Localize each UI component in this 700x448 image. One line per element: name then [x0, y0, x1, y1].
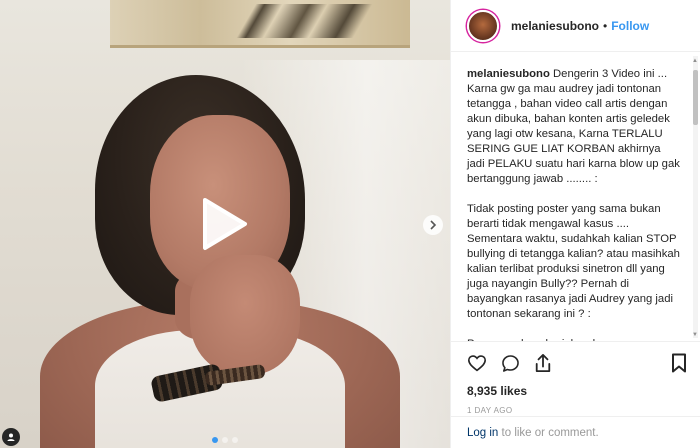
scroll-down-icon[interactable]: ▼: [692, 332, 698, 338]
caption: melaniesubono Dengerin 3 Video ini ... K…: [467, 67, 681, 341]
post-media[interactable]: [0, 0, 450, 448]
account-icon[interactable]: [2, 428, 20, 446]
caption-scroll-area[interactable]: melaniesubono Dengerin 3 Video ini ... K…: [451, 53, 700, 341]
post-actions: 8,935 likes 1 DAY AGO: [451, 341, 700, 415]
caption-text: Dengerin 3 Video ini ... Karna gw ga mau…: [467, 68, 680, 341]
caption-username[interactable]: melaniesubono: [467, 68, 550, 80]
heart-icon[interactable]: [467, 354, 487, 372]
share-icon[interactable]: [534, 353, 552, 373]
login-link[interactable]: Log in: [467, 427, 498, 439]
login-prompt: Log in to like or comment.: [451, 416, 700, 448]
comment-icon[interactable]: [501, 354, 520, 373]
post-timestamp: 1 DAY AGO: [467, 406, 513, 415]
follow-button[interactable]: Follow: [611, 19, 649, 33]
person-hands: [190, 255, 300, 375]
action-row: [467, 352, 687, 374]
username-link[interactable]: melaniesubono: [511, 19, 599, 33]
carousel-dot-active: [212, 437, 218, 443]
scroll-up-icon[interactable]: ▲: [692, 58, 698, 64]
post-header: melaniesubono • Follow: [451, 0, 700, 52]
play-icon[interactable]: [201, 196, 249, 252]
chevron-right-icon[interactable]: [423, 215, 443, 235]
avatar[interactable]: [467, 9, 499, 42]
separator-dot: •: [603, 18, 608, 33]
bookmark-icon[interactable]: [671, 353, 687, 373]
login-prompt-text: to like or comment.: [498, 427, 599, 439]
carousel-indicators: [0, 437, 450, 443]
carousel-dot: [222, 437, 228, 443]
likes-count[interactable]: 8,935 likes: [467, 384, 687, 398]
scrollbar-thumb[interactable]: [693, 70, 698, 125]
carousel-dot: [232, 437, 238, 443]
post-sidebar: melaniesubono • Follow melaniesubono Den…: [450, 0, 700, 448]
wall-painting: [110, 0, 410, 48]
